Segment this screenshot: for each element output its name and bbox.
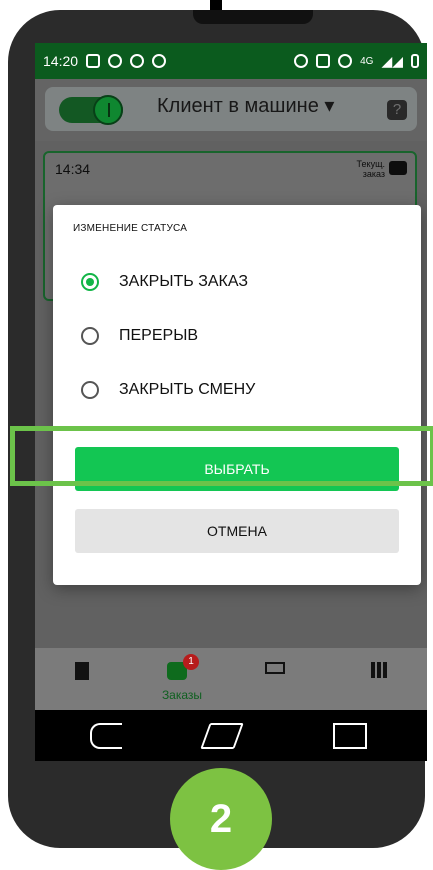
- option-label: ЗАКРЫТЬ СМЕНУ: [119, 381, 256, 398]
- network-type: 4G: [360, 55, 374, 67]
- at-sign-icon: [130, 54, 145, 68]
- steering-wheel-icon: [108, 54, 123, 68]
- nav-messages[interactable]: [231, 648, 329, 710]
- cancel-button[interactable]: ОТМЕНА: [75, 509, 399, 553]
- home-icon[interactable]: [200, 723, 244, 749]
- system-navigation-bar: [35, 710, 427, 761]
- change-status-dialog: ИЗМЕНЕНИЕ СТАТУСА ЗАКРЫТЬ ЗАКАЗ ПЕРЕРЫВ …: [53, 205, 421, 585]
- highlight-frame: [10, 426, 433, 486]
- orders-label: Заказы: [161, 688, 203, 702]
- grid-icon: [371, 662, 387, 678]
- orders-badge: 1: [183, 654, 199, 670]
- vibrate-icon: [316, 54, 331, 68]
- battery-icon: [411, 54, 419, 68]
- alarm-icon: [294, 54, 309, 68]
- whatsapp-icon: [152, 54, 167, 68]
- phone-notch: [193, 10, 313, 24]
- option-label: ЗАКРЫТЬ ЗАКАЗ: [119, 273, 249, 290]
- radio-close-shift[interactable]: [81, 381, 99, 399]
- radio-break[interactable]: [81, 327, 99, 345]
- dialog-title: ИЗМЕНЕНИЕ СТАТУСА: [73, 223, 188, 234]
- nav-orders[interactable]: 1 Заказы: [133, 648, 231, 710]
- bottom-navigation: 1 Заказы: [35, 648, 427, 710]
- option-break[interactable]: ПЕРЕРЫВ: [81, 321, 198, 351]
- nav-map[interactable]: [35, 648, 133, 710]
- status-bar: 14:20 4G ◢◢: [35, 43, 427, 79]
- phone-screen: 14:20 4G ◢◢ Клиент в машине ▾ ? 14:34 Те…: [35, 43, 427, 761]
- back-icon[interactable]: [90, 723, 122, 749]
- option-close-order[interactable]: ЗАКРЫТЬ ЗАКАЗ: [81, 267, 248, 297]
- signal-icon: ◢◢: [381, 52, 403, 69]
- status-time: 14:20: [43, 53, 79, 69]
- nav-menu[interactable]: [329, 648, 427, 710]
- image-icon: [86, 54, 101, 68]
- option-label: ПЕРЕРЫВ: [119, 327, 199, 344]
- recent-apps-icon[interactable]: [333, 723, 367, 749]
- mail-icon: [265, 662, 285, 674]
- location-icon: [338, 54, 353, 68]
- map-icon: [75, 662, 89, 680]
- step-number-badge: 2: [170, 768, 272, 870]
- option-close-shift[interactable]: ЗАКРЫТЬ СМЕНУ: [81, 375, 255, 405]
- radio-close-order[interactable]: [81, 273, 99, 291]
